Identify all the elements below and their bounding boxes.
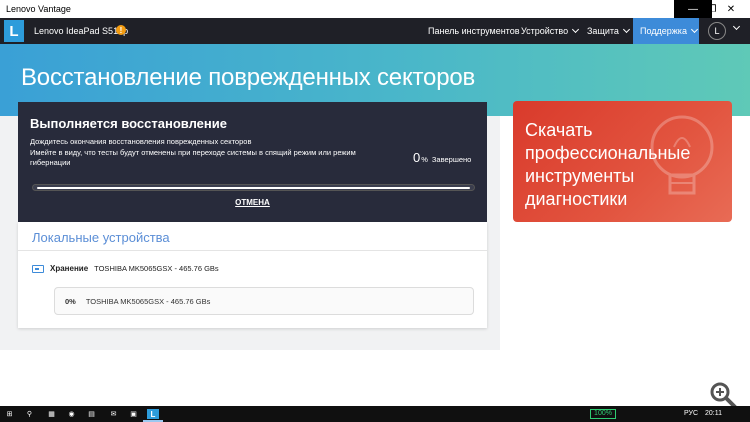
store-icon[interactable]: ▣ (128, 409, 139, 419)
page-title: Восстановление поврежденных секторов (21, 64, 476, 91)
diagnostics-promo-tile[interactable]: Скачать профессиональные инструменты диа… (513, 101, 732, 222)
nav-device[interactable]: Устройство (521, 25, 580, 36)
progress-bar-fill (37, 187, 470, 189)
nav-support-label: Поддержка (640, 26, 687, 36)
alert-icon[interactable]: ! (116, 25, 126, 35)
file-explorer-icon[interactable]: ▤ (86, 409, 97, 419)
repair-progress-card: Выполняется восстановление Дождитесь око… (18, 102, 487, 222)
nav-security-label: Защита (587, 26, 619, 36)
edge-icon[interactable]: ◉ (66, 409, 77, 419)
nav-support[interactable]: Поддержка (633, 18, 699, 44)
storage-model: TOSHIBA MK5065GSX - 465.76 GBs (94, 264, 219, 273)
drive-item-percent: 0% (65, 296, 76, 306)
chevron-down-icon (572, 25, 580, 34)
battery-indicator[interactable]: 100% (590, 409, 616, 419)
close-button[interactable]: ✕ (712, 0, 750, 18)
nav-dashboard-label: Панель инструментов (428, 26, 520, 36)
drive-item[interactable]: 0% TOSHIBA MK5065GSX - 465.76 GBs (54, 287, 474, 315)
hard-drive-icon (32, 264, 44, 273)
storage-label: Хранение (50, 264, 89, 273)
divider (18, 250, 487, 251)
chevron-down-icon (690, 25, 698, 34)
progress-percent-unit: % (421, 155, 428, 164)
local-devices-card: Локальные устройства Хранение TOSHIBA MK… (18, 222, 487, 328)
progress-bar (32, 184, 475, 191)
vantage-taskbar-icon[interactable]: L (147, 409, 159, 419)
progress-percent-value: 0 (413, 150, 421, 165)
nav-dashboard[interactable]: Панель инструментов (428, 26, 520, 36)
storage-row: Хранение TOSHIBA MK5065GSX - 465.76 GBs (32, 264, 219, 273)
app-nav-bar: L Lenovo IdeaPad S510p ! Панель инструме… (0, 18, 750, 44)
clock[interactable]: 20:11 (705, 410, 722, 417)
lenovo-logo[interactable]: L (4, 20, 24, 42)
windows-start-icon[interactable]: ⊞ (4, 409, 15, 419)
local-devices-title: Локальные устройства (32, 230, 170, 245)
progress-title: Выполняется восстановление (30, 116, 227, 131)
drive-item-model: TOSHIBA MK5065GSX - 465.76 GBs (85, 296, 211, 306)
taskbar: ⊞ ⚲ ▦ ◉ ▤ ✉ ▣ L 100% РУС 20:11 (0, 406, 750, 422)
cancel-button[interactable]: ОТМЕНА (18, 198, 487, 207)
avatar[interactable]: L (708, 22, 726, 40)
chevron-down-icon (622, 25, 630, 34)
mail-icon[interactable]: ✉ (108, 409, 119, 419)
progress-subtitle: Дождитесь окончания восстановления повре… (30, 137, 252, 146)
nav-security[interactable]: Защита (587, 25, 630, 36)
task-view-icon[interactable]: ▦ (46, 409, 57, 419)
promo-text: Скачать профессиональные инструменты диа… (525, 120, 691, 209)
language-indicator[interactable]: РУС (684, 410, 698, 417)
chevron-down-icon[interactable] (732, 22, 741, 31)
window-titlebar: Lenovo Vantage — ❐ ✕ (0, 0, 750, 18)
window-title: Lenovo Vantage (6, 4, 71, 14)
progress-note: Имейте в виду, что тесты будут отменены … (30, 148, 356, 167)
progress-status: Завершено (431, 155, 472, 164)
search-icon[interactable]: ⚲ (24, 409, 35, 419)
nav-device-label: Устройство (521, 26, 569, 36)
device-name: Lenovo IdeaPad S510p (34, 26, 129, 36)
progress-percent: 0 % Завершено (413, 150, 471, 165)
